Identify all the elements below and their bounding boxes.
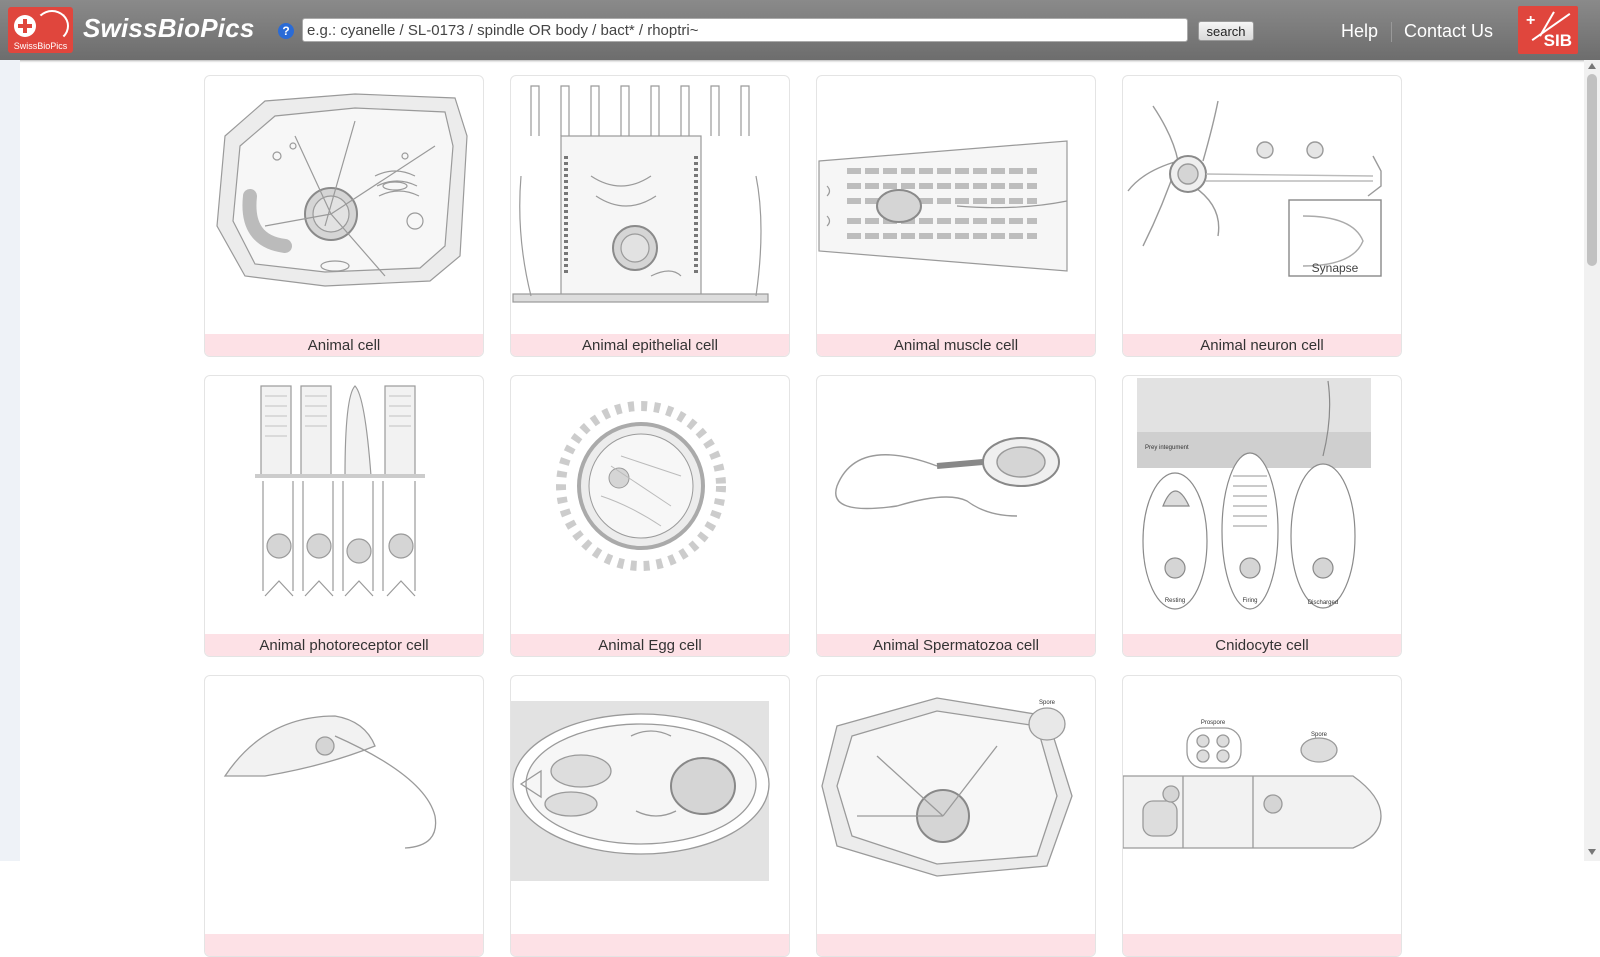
sib-logo-text: SIB xyxy=(1543,31,1572,50)
search-input[interactable] xyxy=(302,18,1188,42)
spore-label: Spore xyxy=(1311,732,1328,738)
swirl-icon xyxy=(35,10,69,42)
spore-label: Spore xyxy=(1039,700,1056,706)
sib-plus-icon: + xyxy=(1526,12,1536,29)
search-help-icon[interactable]: ? xyxy=(278,23,294,39)
left-gutter xyxy=(0,60,20,861)
egg-cell-illustration xyxy=(511,376,789,632)
epithelial-cell-illustration xyxy=(511,76,789,332)
cell-card-egg-cell[interactable]: Animal Egg cell xyxy=(510,375,790,657)
cell-card-sporulating-cell[interactable]: Prospore Spore xyxy=(1122,675,1402,957)
logo-text: SwissBioPics xyxy=(13,41,68,51)
cell-card-neuron-cell[interactable]: Synapse Animal neuron cell xyxy=(1122,75,1402,357)
scroll-down-icon[interactable] xyxy=(1588,849,1596,855)
nav-contact-link[interactable]: Contact Us xyxy=(1404,21,1493,42)
cell-card-label[interactable] xyxy=(511,934,789,956)
cell-card-label[interactable]: Animal muscle cell xyxy=(817,334,1095,356)
scroll-thumb[interactable] xyxy=(1587,74,1597,266)
cell-card-label[interactable]: Animal Spermatozoa cell xyxy=(817,634,1095,656)
search-button[interactable]: search xyxy=(1198,21,1254,41)
animal-cell-illustration xyxy=(205,76,483,332)
cell-card-muscle-cell[interactable]: Animal muscle cell xyxy=(816,75,1096,357)
spore-cell-illustration: Spore xyxy=(817,676,1095,932)
spermatozoa-illustration xyxy=(817,376,1095,632)
muscle-cell-illustration xyxy=(817,76,1095,332)
cell-card-oval-cell[interactable] xyxy=(510,675,790,957)
cell-card-spermatozoa-cell[interactable]: Animal Spermatozoa cell xyxy=(816,375,1096,657)
firing-label: Firing xyxy=(1242,598,1257,604)
trypanosome-illustration xyxy=(205,676,483,932)
cell-card-label[interactable]: Animal cell xyxy=(205,334,483,356)
nav-divider xyxy=(1391,22,1392,42)
cell-card-epithelial-cell[interactable]: Animal epithelial cell xyxy=(510,75,790,357)
cell-card-label[interactable]: Cnidocyte cell xyxy=(1123,634,1401,656)
photoreceptor-cell-illustration xyxy=(205,376,483,632)
scroll-up-icon[interactable] xyxy=(1588,63,1596,69)
page-scrollbar[interactable] xyxy=(1584,60,1600,861)
sib-logo[interactable]: + SIB xyxy=(1518,6,1578,54)
prospore-label: Prospore xyxy=(1201,720,1226,726)
cell-card-label[interactable]: Animal photoreceptor cell xyxy=(205,634,483,656)
cell-card-label[interactable]: Animal epithelial cell xyxy=(511,334,789,356)
cell-card-spore-cell[interactable]: Spore xyxy=(816,675,1096,957)
cell-card-trypanosome[interactable] xyxy=(204,675,484,957)
swiss-cross-icon xyxy=(14,15,36,37)
cell-card-label[interactable]: Animal Egg cell xyxy=(511,634,789,656)
prey-label: Prey integument xyxy=(1145,445,1189,451)
cell-card-cnidocyte-cell[interactable]: Prey integument Resting Firing Discharge… xyxy=(1122,375,1402,657)
swissbiopics-logo[interactable]: SwissBioPics xyxy=(8,7,73,53)
cell-card-label[interactable] xyxy=(205,934,483,956)
header-bar: SwissBioPics SwissBioPics ? search Help … xyxy=(0,0,1600,60)
resting-label: Resting xyxy=(1165,598,1185,604)
cell-card-label[interactable]: Animal neuron cell xyxy=(1123,334,1401,356)
cell-card-animal-cell[interactable]: Animal cell xyxy=(204,75,484,357)
nav-help-link[interactable]: Help xyxy=(1341,21,1378,42)
cell-card-photoreceptor-cell[interactable]: Animal photoreceptor cell xyxy=(204,375,484,657)
brand-title[interactable]: SwissBioPics xyxy=(83,13,254,44)
cnidocyte-illustration: Prey integument Resting Firing Discharge… xyxy=(1123,376,1401,632)
sporulating-cell-illustration: Prospore Spore xyxy=(1123,676,1401,932)
discharged-label: Discharged xyxy=(1308,600,1338,606)
oval-cell-illustration xyxy=(511,676,789,932)
cell-card-label[interactable] xyxy=(1123,934,1401,956)
cell-card-label[interactable] xyxy=(817,934,1095,956)
neuron-cell-illustration: Synapse xyxy=(1123,76,1401,332)
synapse-label: Synapse xyxy=(1312,261,1359,275)
